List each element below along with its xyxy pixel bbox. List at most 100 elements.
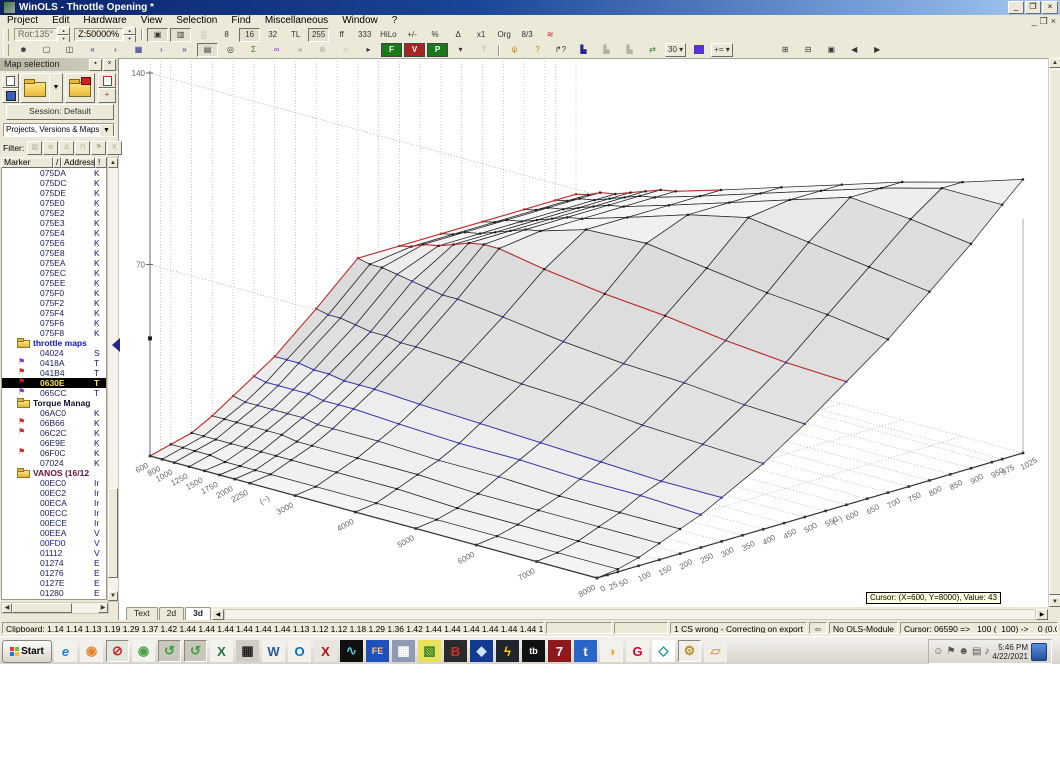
map-list-item[interactable]: 07024 K xyxy=(2,458,106,468)
fe-app-icon[interactable]: FE xyxy=(366,640,389,662)
panel-collapse-arrow[interactable] xyxy=(112,338,120,352)
filter-button-1[interactable]: ≌ xyxy=(43,140,59,155)
next-tab-icon[interactable]: ▶ xyxy=(866,43,888,57)
tile-vertical-icon[interactable]: ⊟ xyxy=(797,43,819,57)
first-map-icon[interactable]: « xyxy=(82,43,103,57)
thunderbird-icon[interactable]: t xyxy=(574,640,597,662)
menu-help[interactable]: ? xyxy=(385,15,405,27)
map-list-item[interactable]: 075F8 K xyxy=(2,328,106,338)
open-session-dropdown[interactable]: ▼ xyxy=(49,73,63,103)
media-player-icon[interactable]: ◉ xyxy=(80,640,103,662)
scroll-up-icon[interactable]: ▲ xyxy=(108,158,118,168)
map-folder-row[interactable]: VANOS (16/12 xyxy=(2,468,106,478)
sign-button[interactable]: +/- xyxy=(401,27,423,42)
plug-icon[interactable]: ψ xyxy=(504,43,525,57)
scroll-down-icon[interactable]: ▼ xyxy=(108,591,118,601)
b-app-icon[interactable]: B xyxy=(444,640,467,662)
menu-hardware[interactable]: Hardware xyxy=(76,15,133,27)
back-icon[interactable]: ◂ xyxy=(289,43,310,57)
map-list-item[interactable]: 075F0 K xyxy=(2,288,106,298)
map-list-item[interactable]: 075EA K xyxy=(2,258,106,268)
map-list-item[interactable]: 00EEA V xyxy=(2,528,106,538)
statistics-icon[interactable]: ▙ xyxy=(573,43,594,57)
statistics2-icon[interactable]: ▙ xyxy=(596,43,617,57)
export-map-button[interactable] xyxy=(98,73,116,88)
map-folder-row[interactable]: Torque Manag xyxy=(2,398,106,408)
map-list-item[interactable]: 01280 E xyxy=(2,588,106,598)
new-map-button[interactable] xyxy=(2,73,19,88)
map-list-item[interactable]: 075F6 K xyxy=(2,318,106,328)
factor-button[interactable]: x1 xyxy=(470,27,492,42)
offset-combo[interactable]: += ▾ xyxy=(711,43,733,57)
cubes-app-icon[interactable]: ◆ xyxy=(470,640,493,662)
map-list-item[interactable]: 075E4 K xyxy=(2,228,106,238)
volume-tray-icon[interactable]: ♪ xyxy=(984,646,989,657)
delta-button[interactable]: Δ xyxy=(447,27,469,42)
sync-view-button[interactable]: ▒ xyxy=(193,27,215,42)
split-window-icon[interactable]: ◫ xyxy=(59,43,80,57)
tab-2d[interactable]: 2d xyxy=(158,607,185,620)
map-list-item[interactable]: 01112 V xyxy=(2,548,106,558)
map-list-item[interactable]: 01274 E xyxy=(2,558,106,568)
outlook-icon[interactable]: O xyxy=(288,640,311,662)
word-icon[interactable]: W xyxy=(262,640,285,662)
coin-tray-icon[interactable]: ☻ xyxy=(958,646,969,657)
decimal-button[interactable]: 255 xyxy=(308,27,330,42)
scope-combo[interactable]: Projects, Versions & Maps: (Ctrl ▼ xyxy=(3,123,115,137)
colors-button[interactable]: ≋ xyxy=(539,27,561,42)
filter-button-2[interactable]: Δ xyxy=(59,140,75,155)
bits-32-button[interactable]: 32 xyxy=(262,27,284,42)
scrollbar-thumb[interactable] xyxy=(108,488,118,578)
mdi-minimize-button[interactable]: _ xyxy=(1032,16,1037,27)
menu-project[interactable]: Project xyxy=(0,15,45,27)
wrench-tool-icon[interactable]: ⚙ xyxy=(678,640,701,662)
view-dropdown-icon[interactable]: ▾ xyxy=(450,43,471,57)
map-list-item[interactable]: 075E0 K xyxy=(2,198,106,208)
tile-horizontal-icon[interactable]: ⊞ xyxy=(774,43,796,57)
lightning-app-icon[interactable]: ϟ xyxy=(496,640,519,662)
prev-map-icon[interactable]: ‹ xyxy=(105,43,126,57)
map-overview-icon[interactable]: ▦ xyxy=(128,43,149,57)
preview-icon[interactable]: ◎ xyxy=(220,43,241,57)
flag-tray-icon[interactable]: ⚑ xyxy=(946,646,955,657)
client-data-icon[interactable]: ☻ xyxy=(13,43,34,57)
screen-view-button[interactable]: ▣ xyxy=(147,27,169,42)
menu-miscellaneous[interactable]: Miscellaneous xyxy=(258,15,335,27)
chrome-icon[interactable]: ◉ xyxy=(132,640,155,662)
gom-player-icon[interactable]: ↺ xyxy=(158,640,181,662)
map-list-item[interactable]: 00ECE Ir xyxy=(2,518,106,528)
help-icon[interactable]: ? xyxy=(527,43,548,57)
color-select-button[interactable] xyxy=(688,43,710,57)
panel-dock-icon[interactable]: ▪ xyxy=(89,59,102,71)
map-list-item[interactable]: 075EC K xyxy=(2,268,106,278)
panel-title[interactable]: Map selection ▪ × xyxy=(0,58,118,71)
tab-3d[interactable]: 3d xyxy=(185,607,211,620)
forward-icon[interactable]: ▸ xyxy=(358,43,379,57)
rotation-value[interactable]: Rot:135° xyxy=(14,28,58,41)
filter-button-3[interactable]: ⊓ xyxy=(75,140,91,155)
scroll-right-icon[interactable]: ▶ xyxy=(98,603,108,613)
winols-taskbar-icon[interactable]: ⊘ xyxy=(106,640,129,662)
restore-button[interactable]: ❐ xyxy=(1025,1,1041,14)
project-view-icon[interactable]: P xyxy=(427,43,448,57)
checksum-icon[interactable]: Σ xyxy=(243,43,264,57)
map-selection-icon[interactable]: ▤ xyxy=(197,43,218,57)
statistics3-icon[interactable]: ▙ xyxy=(619,43,640,57)
chart-horizontal-scrollbar[interactable] xyxy=(223,609,1036,620)
filter-button-0[interactable]: ▨ xyxy=(27,140,43,155)
bits-16-button[interactable]: 16 xyxy=(239,27,261,42)
user-tray-icon[interactable]: ☺ xyxy=(933,646,943,657)
connect-icon[interactable]: ∞ xyxy=(266,43,287,57)
tab-scroll-left-icon[interactable]: ◀ xyxy=(211,609,224,620)
zoom-field[interactable]: Z:50000% ▲ ▼ xyxy=(74,26,137,43)
map-list-item[interactable]: 00EC0 Ir xyxy=(2,478,106,488)
map-list-item[interactable]: 0127E E xyxy=(2,578,106,588)
map-list-item[interactable]: 00EC2 Ir xyxy=(2,488,106,498)
map-list-item[interactable]: 075E8 K xyxy=(2,248,106,258)
scroll-down-icon[interactable]: ▼ xyxy=(1049,597,1060,607)
scroll-left-icon[interactable]: ◀ xyxy=(2,603,12,613)
sidebar-vertical-scrollbar[interactable]: ▲ ▼ xyxy=(107,157,119,602)
map-list-item[interactable]: 075E2 K xyxy=(2,208,106,218)
menu-selection[interactable]: Selection xyxy=(169,15,224,27)
rotation-spinner[interactable]: ▲ ▼ xyxy=(57,26,71,43)
